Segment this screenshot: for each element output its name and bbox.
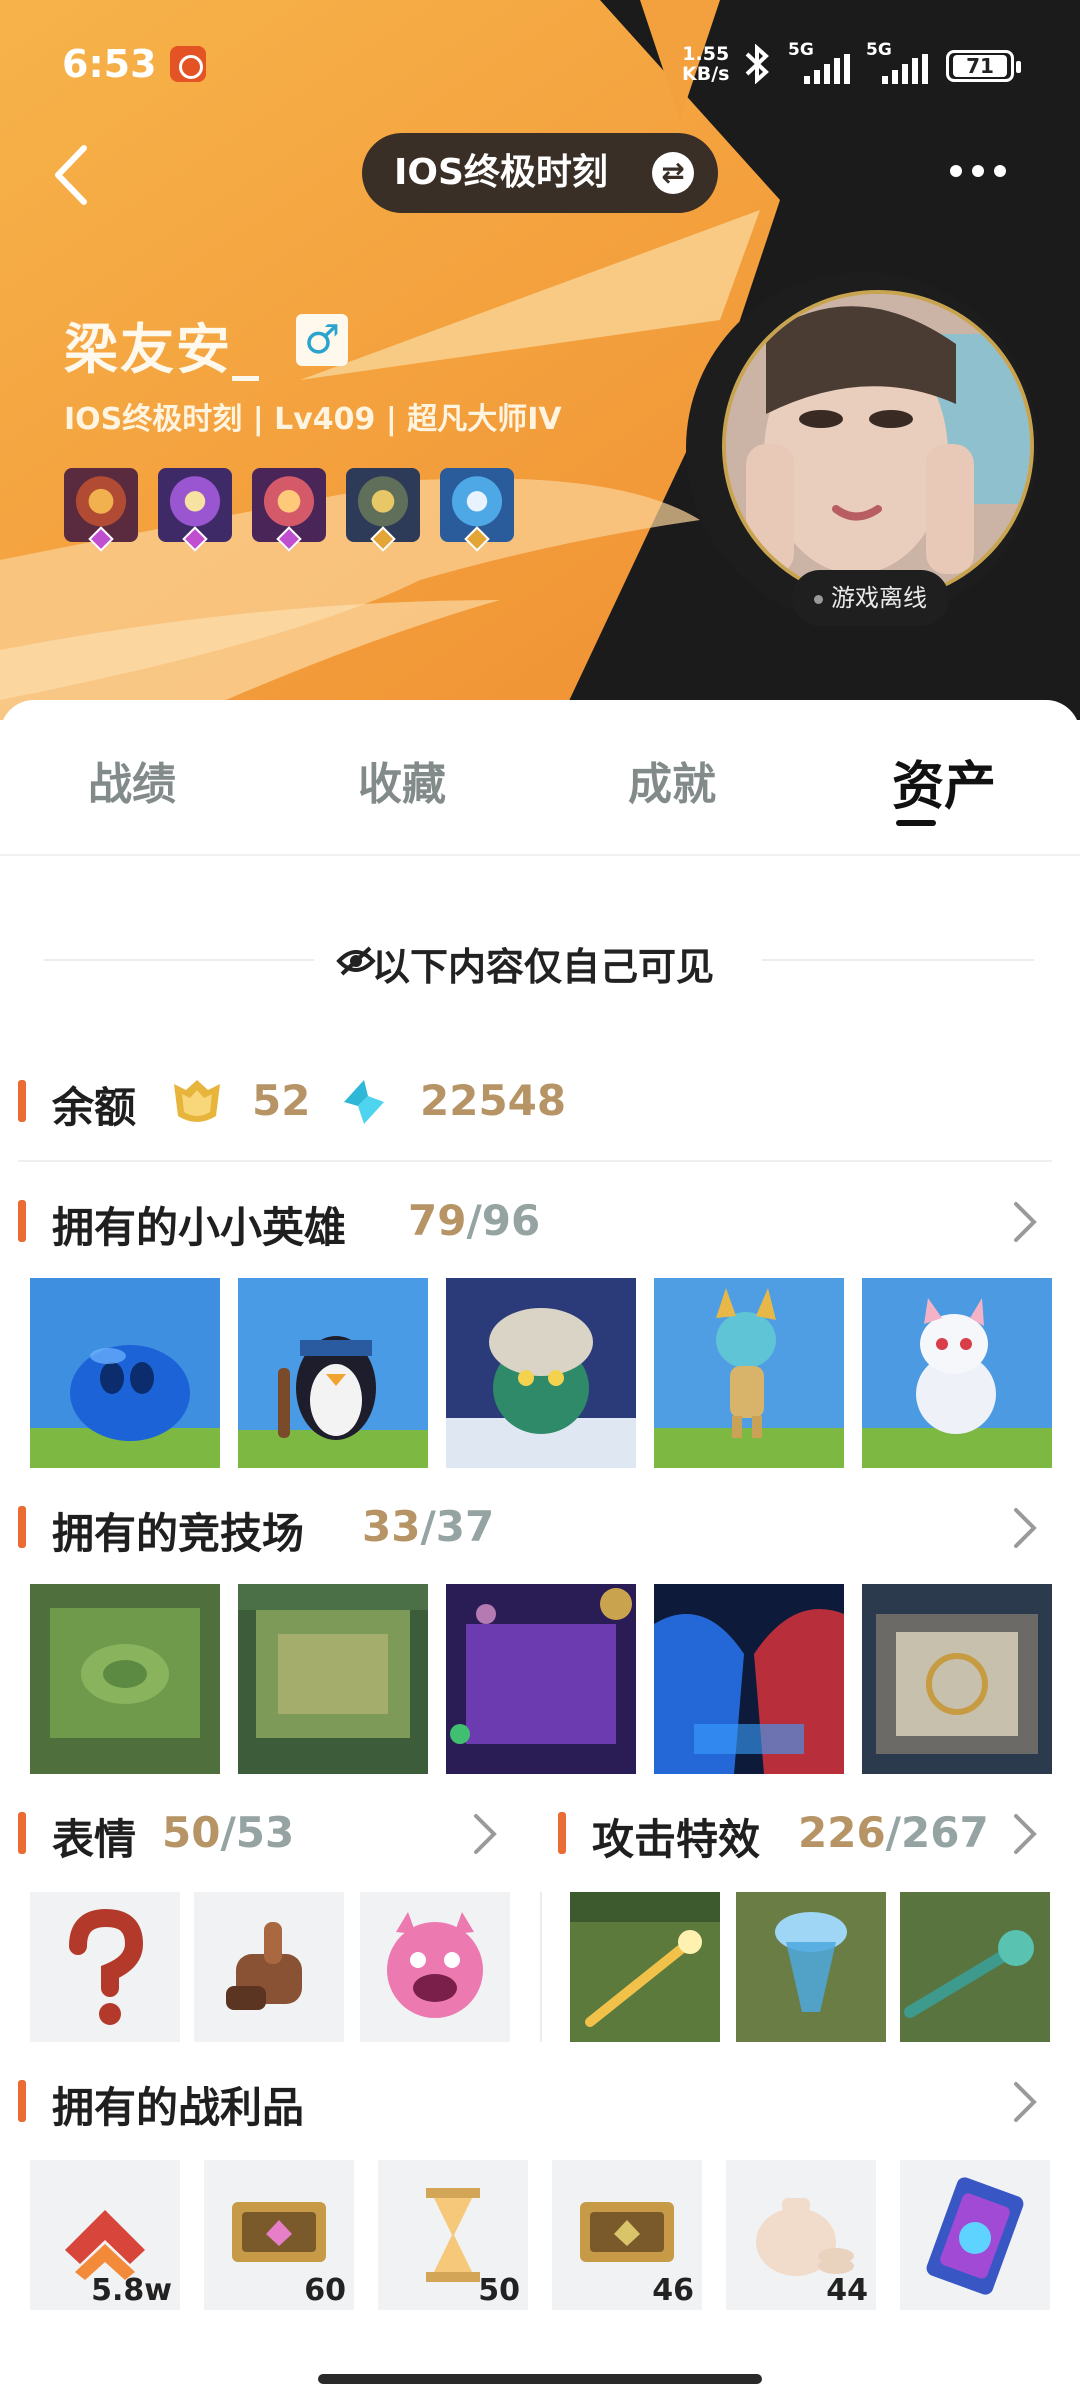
chevron-right-icon xyxy=(1014,1202,1037,1242)
rank-badge-icon[interactable] xyxy=(158,468,232,552)
rank-badge-icon[interactable] xyxy=(64,468,138,552)
signal-strength-1: 5G xyxy=(788,40,860,84)
network-speed: 1.55 KB/s xyxy=(682,43,730,85)
section-marker xyxy=(18,1200,26,1242)
more-button[interactable] xyxy=(950,162,1020,182)
online-status: 游戏离线 xyxy=(792,570,949,626)
username: 梁友安_ xyxy=(64,318,261,381)
tab-record[interactable]: 战绩 xyxy=(88,748,176,812)
divider-right xyxy=(762,959,1034,961)
player-info: IOS终极时刻 | Lv409 | 超凡大师IV xyxy=(64,402,562,437)
boom-thumbnail[interactable] xyxy=(570,1892,720,2042)
avatar-photo xyxy=(726,294,1030,598)
gold-coin-icon xyxy=(174,1080,220,1122)
app-notification-icon xyxy=(170,46,206,82)
gender-male-icon: ♂ xyxy=(296,314,348,366)
active-tab-indicator xyxy=(896,820,936,826)
section-marker xyxy=(558,1812,566,1854)
section-marker xyxy=(18,1506,26,1548)
home-indicator[interactable] xyxy=(318,2374,762,2384)
tab-collection[interactable]: 收藏 xyxy=(358,748,446,812)
arenas-count: 33/37 xyxy=(362,1502,495,1551)
more-icon xyxy=(950,165,962,177)
loot-item[interactable]: 46 xyxy=(552,2160,702,2310)
chevron-right-icon xyxy=(1014,1814,1037,1854)
legends-count: 79/96 xyxy=(408,1196,541,1245)
arenas-header[interactable]: 拥有的竞技场 33/37 xyxy=(0,1486,1080,1566)
boom-thumbnail[interactable] xyxy=(900,1892,1050,2042)
gem-icon xyxy=(344,1080,384,1124)
legends-header[interactable]: 拥有的小小英雄 79/96 xyxy=(0,1180,1080,1260)
back-button[interactable] xyxy=(44,140,104,210)
loot-item[interactable] xyxy=(900,2160,1050,2310)
legends-title: 拥有的小小英雄 xyxy=(52,1203,347,1252)
loot-item[interactable]: 44 xyxy=(726,2160,876,2310)
battery-indicator: 71 xyxy=(946,50,1021,82)
back-icon xyxy=(55,145,87,205)
emote-thumbnail[interactable] xyxy=(194,1892,344,2042)
arena-thumbnail[interactable] xyxy=(654,1584,844,1774)
bluetooth-icon xyxy=(742,43,772,93)
loot-item[interactable]: 5.8w xyxy=(30,2160,180,2310)
booms-header[interactable]: 攻击特效 226/267 xyxy=(540,1792,1080,1872)
emotes-header[interactable]: 表情 50/53 xyxy=(0,1792,520,1872)
divider-left xyxy=(44,959,314,961)
arena-thumbnail[interactable] xyxy=(30,1584,220,1774)
header-title: IOS终极时刻 xyxy=(394,152,608,193)
balance-row: 余额 52 22548 xyxy=(0,1060,1080,1140)
rank-badge-icon[interactable] xyxy=(346,468,420,552)
emote-thumbnail[interactable] xyxy=(30,1892,180,2042)
arena-thumbnail[interactable] xyxy=(446,1584,636,1774)
legend-thumbnail[interactable] xyxy=(654,1278,844,1468)
arena-thumbnail[interactable] xyxy=(862,1584,1052,1774)
clock: 6:53 xyxy=(62,42,157,86)
booms-title: 攻击特效 xyxy=(592,1815,761,1864)
signal-strength-2: 5G xyxy=(866,40,938,84)
tab-achievements[interactable]: 成就 xyxy=(628,748,716,812)
avatar[interactable] xyxy=(722,290,1034,602)
emotes-count: 50/53 xyxy=(162,1808,295,1857)
legend-thumbnail[interactable] xyxy=(238,1278,428,1468)
loot-item[interactable]: 50 xyxy=(378,2160,528,2310)
hidden-eye-icon xyxy=(336,946,376,976)
profile-header: 6:53 1.55 KB/s 5G 5G 71 IOS终极时刻 ⇄ 梁友安_ ♂… xyxy=(0,0,1080,720)
section-marker xyxy=(18,1812,26,1854)
emote-thumbnail[interactable] xyxy=(360,1892,510,2042)
legend-thumbnail[interactable] xyxy=(862,1278,1052,1468)
visibility-notice: 以下内容仅自己可见 xyxy=(0,930,1080,990)
loot-title: 拥有的战利品 xyxy=(52,2083,305,2132)
section-marker xyxy=(18,2080,26,2122)
tab-assets[interactable]: 资产 xyxy=(892,744,996,819)
notice-text: 以下内容仅自己可见 xyxy=(372,945,715,989)
legend-thumbnail[interactable] xyxy=(446,1278,636,1468)
section-divider xyxy=(540,1892,542,2042)
loot-item[interactable]: 60 xyxy=(204,2160,354,2310)
chevron-right-icon xyxy=(1014,2082,1037,2122)
status-bar: 6:53 1.55 KB/s 5G 5G 71 xyxy=(0,0,1080,130)
swap-icon: ⇄ xyxy=(652,152,694,194)
arenas-title: 拥有的竞技场 xyxy=(52,1509,305,1558)
booms-count: 226/267 xyxy=(798,1808,989,1857)
legend-thumbnail[interactable] xyxy=(30,1278,220,1468)
balance-label: 余额 xyxy=(52,1083,137,1132)
section-marker xyxy=(18,1080,26,1122)
profile-tabs: 战绩 收藏 成就 资产 xyxy=(0,700,1080,856)
arena-thumbnail[interactable] xyxy=(238,1584,428,1774)
boom-thumbnail[interactable] xyxy=(736,1892,886,2042)
emotes-title: 表情 xyxy=(52,1815,137,1864)
chevron-right-icon xyxy=(1014,1508,1037,1548)
loot-header[interactable]: 拥有的战利品 xyxy=(0,2060,1080,2140)
switch-account-button[interactable]: IOS终极时刻 ⇄ xyxy=(362,133,718,213)
rank-badge-icon[interactable] xyxy=(252,468,326,552)
rank-badge-icon[interactable] xyxy=(440,468,514,552)
divider xyxy=(18,1160,1052,1162)
gem-balance: 22548 xyxy=(420,1076,567,1125)
chevron-right-icon xyxy=(474,1814,497,1854)
gold-balance: 52 xyxy=(252,1076,311,1125)
